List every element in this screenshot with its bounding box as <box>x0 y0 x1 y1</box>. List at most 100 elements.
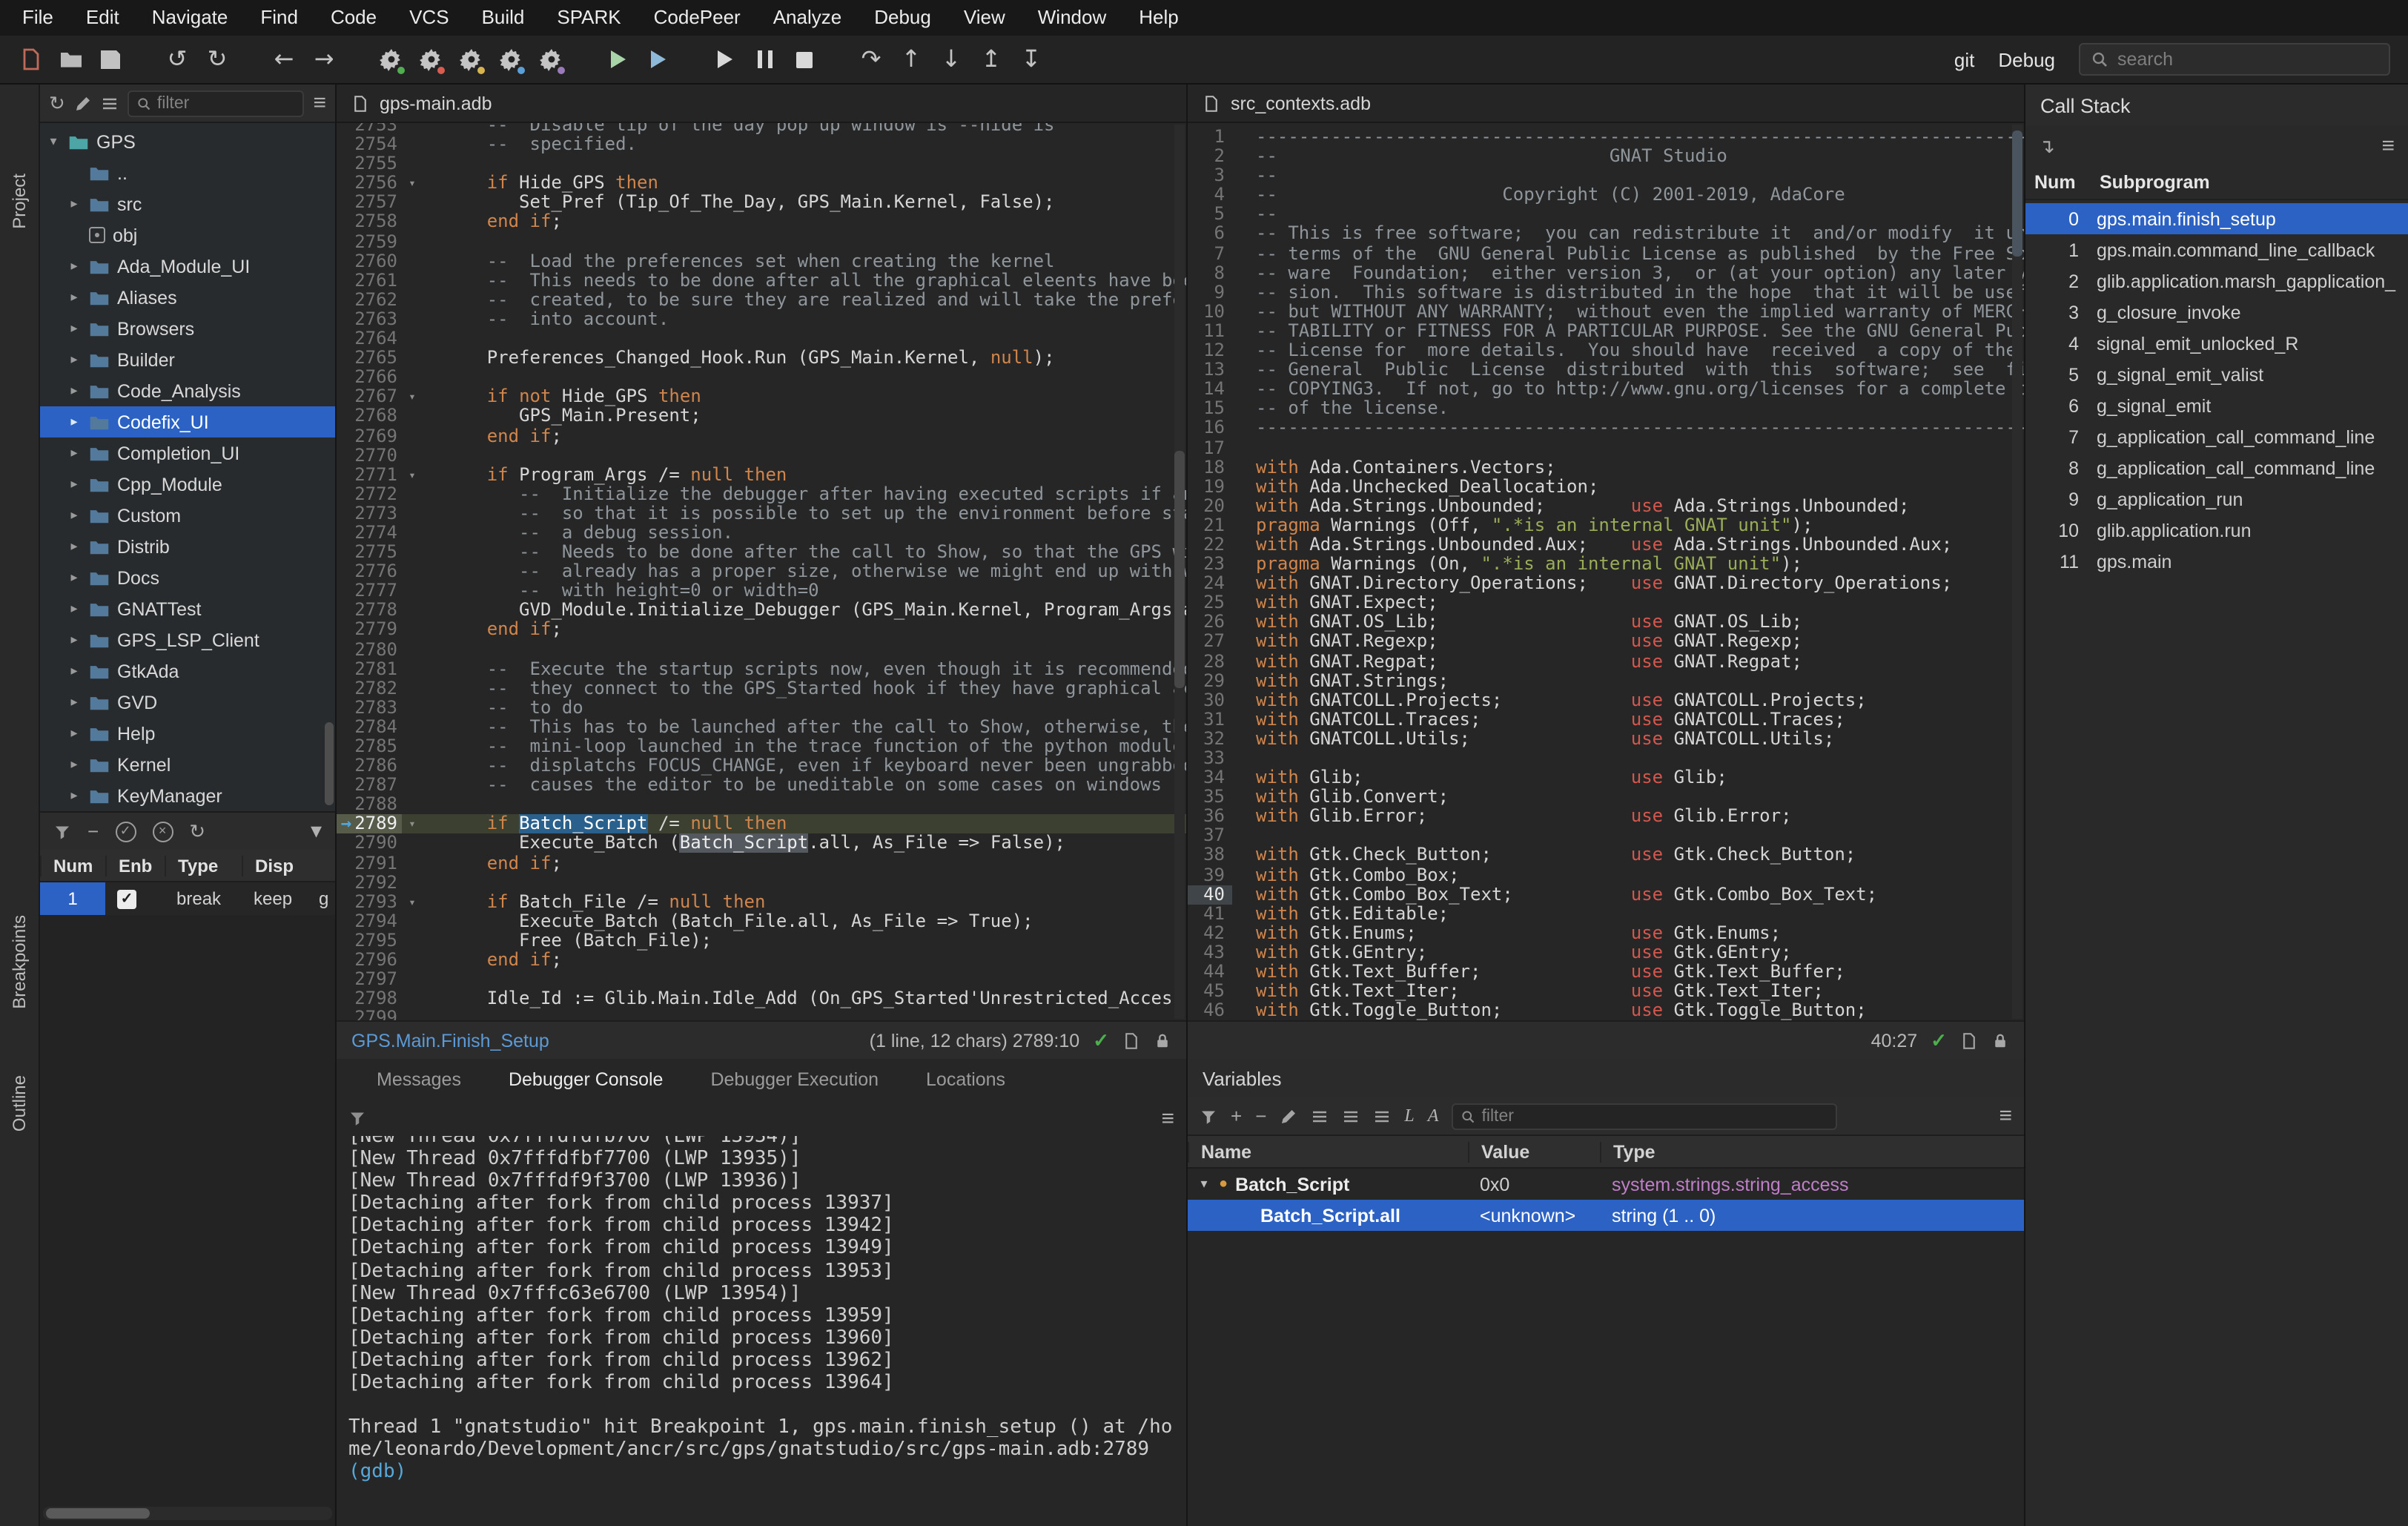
expander-icon[interactable]: ▸ <box>67 507 82 523</box>
add-variable-button[interactable]: + <box>1231 1106 1242 1126</box>
tab-locations[interactable]: Locations <box>907 1059 1025 1100</box>
line-number[interactable]: 2785 <box>337 736 402 756</box>
expander-icon[interactable]: ▸ <box>67 476 82 492</box>
disable-breakpoints-button[interactable]: × <box>152 821 173 842</box>
variables-filter-box[interactable] <box>1452 1103 1838 1129</box>
expander-icon[interactable]: ▸ <box>67 601 82 617</box>
menu-item-vcs[interactable]: VCS <box>393 0 465 36</box>
line-number[interactable]: 2777 <box>337 581 402 601</box>
list-tree-icon[interactable] <box>1373 1107 1391 1125</box>
project-filter-input[interactable] <box>156 94 296 112</box>
debugger-console-output[interactable]: [New Thread 0x7fffdfdfb700 (LWP 13934)][… <box>337 1136 1186 1526</box>
line-number[interactable]: 43 <box>1188 942 1232 962</box>
line-number[interactable]: → 2789 <box>337 814 402 834</box>
global-search-box[interactable] <box>2079 43 2390 76</box>
perspective-label[interactable]: Debug <box>1998 48 2055 70</box>
line-number[interactable]: 28 <box>1188 651 1232 671</box>
menu-item-build[interactable]: Build <box>466 0 541 36</box>
expander-icon[interactable]: ▸ <box>67 632 82 648</box>
tree-item-gps[interactable]: ▾ GPS <box>40 126 335 157</box>
line-number[interactable]: 2794 <box>337 911 402 931</box>
breadcrumb[interactable]: GPS.Main.Finish_Setup <box>351 1030 549 1051</box>
analyze-button[interactable] <box>532 41 569 78</box>
line-number[interactable]: 2760 <box>337 251 402 271</box>
tree-item-keymanager[interactable]: ▸ KeyManager <box>40 780 335 811</box>
doc-icon[interactable] <box>1960 1031 1978 1049</box>
variables-menu-button[interactable]: ≡ <box>1999 1105 2012 1127</box>
tree-item-help[interactable]: ▸ Help <box>40 718 335 749</box>
list-icon[interactable] <box>101 94 119 112</box>
line-number[interactable]: 17 <box>1188 437 1232 458</box>
tab-debugger-execution[interactable]: Debugger Execution <box>691 1059 898 1100</box>
line-number[interactable]: 2793 <box>337 891 402 912</box>
breakpoint-num[interactable]: 1 <box>40 882 105 915</box>
custom-build-button[interactable] <box>492 41 529 78</box>
pencil-icon[interactable] <box>74 94 92 112</box>
debug-pause-button[interactable] <box>746 41 783 78</box>
compile-file-button[interactable] <box>452 41 489 78</box>
tab-messages[interactable]: Messages <box>357 1059 480 1100</box>
debug-stop-button[interactable] <box>786 41 823 78</box>
line-number[interactable]: 26 <box>1188 612 1232 632</box>
breakpoint-row[interactable]: 1 ✓ break keep g <box>40 882 335 915</box>
line-number[interactable]: 41 <box>1188 903 1232 924</box>
fold-marker[interactable]: ▾ <box>402 465 423 484</box>
tree-item-src[interactable]: ▸ src <box>40 188 335 219</box>
line-number[interactable]: 39 <box>1188 865 1232 885</box>
line-number[interactable]: 38 <box>1188 845 1232 865</box>
project-filter-box[interactable] <box>127 90 305 116</box>
fold-marker[interactable]: ▾ <box>402 815 423 834</box>
line-number[interactable]: 2761 <box>337 270 402 291</box>
tab-debugger-console[interactable]: Debugger Console <box>489 1059 683 1100</box>
line-number[interactable]: 2768 <box>337 406 402 426</box>
breakpoint-enabled-checkbox[interactable]: ✓ <box>117 889 136 908</box>
line-number[interactable]: 2788 <box>337 794 402 815</box>
variables-filter-input[interactable] <box>1481 1107 1829 1125</box>
funnel-icon[interactable] <box>53 822 71 840</box>
line-number[interactable]: 32 <box>1188 729 1232 749</box>
tree-item-cpp-module[interactable]: ▸ Cpp_Module <box>40 469 335 500</box>
line-number[interactable]: 4 <box>1188 185 1232 205</box>
build-main-button[interactable] <box>372 41 409 78</box>
line-number[interactable]: 2790 <box>337 833 402 853</box>
line-number[interactable]: 16 <box>1188 418 1232 438</box>
panel-menu-button[interactable]: ≡ <box>313 92 326 114</box>
line-number[interactable]: 46 <box>1188 1000 1232 1020</box>
menu-item-codepeer[interactable]: CodePeer <box>638 0 757 36</box>
editor-scrollbar[interactable] <box>2012 125 2022 1019</box>
outline-strip-label[interactable]: Outline <box>9 1075 30 1132</box>
line-number[interactable]: 2759 <box>337 231 402 251</box>
expander-icon[interactable]: ▸ <box>67 258 82 274</box>
line-number[interactable]: 45 <box>1188 981 1232 1001</box>
line-number[interactable]: 1 <box>1188 127 1232 147</box>
expander-icon[interactable]: ▸ <box>67 725 82 741</box>
list-indent-icon[interactable] <box>1342 1107 1360 1125</box>
call-stack-menu-button[interactable]: ≡ <box>2381 134 2395 156</box>
line-number[interactable]: 25 <box>1188 592 1232 613</box>
line-number[interactable]: 44 <box>1188 962 1232 982</box>
callstack-frame-2[interactable]: 2 glib.application.marsh_gapplication_ <box>2025 265 2408 297</box>
line-number[interactable]: 7 <box>1188 243 1232 263</box>
git-label[interactable]: git <box>1954 48 1974 70</box>
line-number[interactable]: 29 <box>1188 670 1232 690</box>
line-number[interactable]: 2784 <box>337 717 402 737</box>
line-number[interactable]: 2766 <box>337 367 402 387</box>
line-number[interactable]: 19 <box>1188 476 1232 496</box>
callstack-frame-9[interactable]: 9 g_application_run <box>2025 483 2408 515</box>
column-header-subprogram[interactable]: Subprogram <box>2091 171 2408 192</box>
back-button[interactable]: ← <box>265 41 302 78</box>
save-button[interactable] <box>92 41 129 78</box>
line-number[interactable]: 5 <box>1188 205 1232 225</box>
callstack-frame-4[interactable]: 4 signal_emit_unlocked_R <box>2025 328 2408 359</box>
step-over-button[interactable]: ↷ <box>853 41 890 78</box>
line-number[interactable]: 2755 <box>337 153 402 174</box>
funnel-icon[interactable] <box>348 1109 366 1127</box>
tree-item-completion-ui[interactable]: ▸ Completion_UI <box>40 437 335 469</box>
debug-continue-button[interactable] <box>706 41 743 78</box>
line-number[interactable]: 2762 <box>337 289 402 310</box>
line-number[interactable]: 2769 <box>337 426 402 446</box>
callstack-frame-8[interactable]: 8 g_application_call_command_line <box>2025 452 2408 483</box>
step-out-button[interactable]: ↥ <box>973 41 1010 78</box>
callstack-frame-6[interactable]: 6 g_signal_emit <box>2025 390 2408 421</box>
line-number[interactable]: 18 <box>1188 457 1232 477</box>
